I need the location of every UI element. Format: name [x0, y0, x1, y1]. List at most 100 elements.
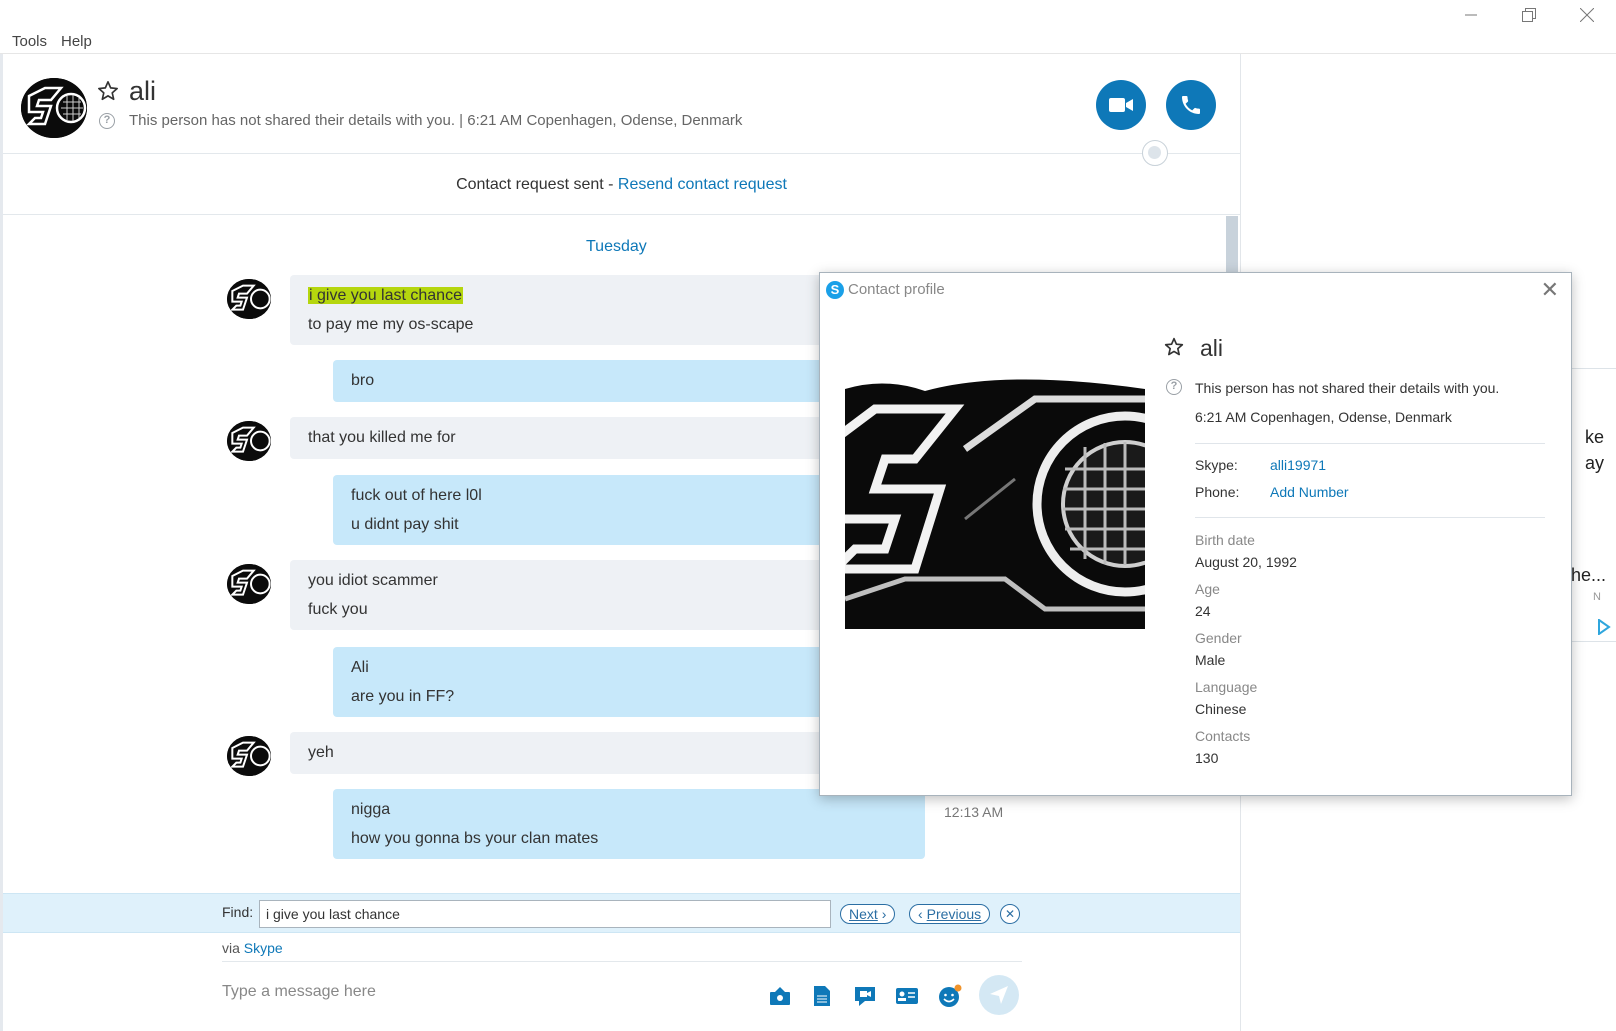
- message-text: i give you last chance: [308, 281, 832, 310]
- find-previous-label: Previous: [926, 906, 982, 922]
- contacts-label: Contacts: [1195, 728, 1251, 744]
- message-text: yeh: [308, 744, 334, 761]
- contacts-value: 130: [1195, 750, 1219, 766]
- message-bubble-outgoing[interactable]: nigga how you gonna bs your clan mates: [333, 789, 925, 859]
- message-bubble-incoming[interactable]: that you killed me for: [290, 417, 850, 459]
- message-text: to pay me my os-scape: [308, 316, 474, 333]
- avatar[interactable]: [227, 279, 271, 319]
- message-text: that you killed me for: [308, 429, 456, 446]
- video-camera-icon: [1109, 98, 1133, 112]
- message-text: fuck out of here l0l: [351, 487, 482, 504]
- ad-source: N: [1593, 591, 1601, 603]
- message-bubble-incoming[interactable]: yeh: [290, 732, 850, 774]
- favorite-star-icon[interactable]: [1164, 337, 1184, 361]
- message-text: how you gonna bs your clan mates: [351, 830, 599, 847]
- emoticon-icon[interactable]: [938, 984, 962, 1008]
- audio-call-button[interactable]: [1166, 80, 1216, 130]
- menu-help[interactable]: Help: [61, 33, 92, 50]
- age-value: 24: [1195, 603, 1211, 619]
- profile-name: ali: [1200, 335, 1224, 361]
- contact-card-icon[interactable]: [895, 984, 919, 1008]
- menu-tools[interactable]: Tools: [12, 33, 47, 50]
- chevron-right-icon: ›: [881, 906, 887, 922]
- message-text: bro: [351, 372, 375, 389]
- age-label: Age: [1195, 581, 1220, 597]
- contact-name[interactable]: ali: [129, 76, 156, 107]
- language-label: Language: [1195, 679, 1258, 695]
- phone-icon: [1182, 96, 1200, 114]
- contact-profile-dialog: S Contact profile ✕ ali ? This person ha…: [819, 272, 1572, 796]
- profile-divider: [1195, 517, 1545, 518]
- message-text: you idiot scammer: [308, 572, 438, 589]
- message-text: fuck you: [308, 601, 368, 618]
- message-text: Ali: [351, 659, 369, 676]
- message-bubble-outgoing[interactable]: bro: [333, 360, 853, 402]
- resend-request-link[interactable]: Resend contact request: [618, 176, 787, 193]
- gender-value: Male: [1195, 652, 1226, 668]
- birth-date-value: August 20, 1992: [1195, 554, 1297, 570]
- video-call-button[interactable]: [1096, 80, 1146, 130]
- message-bubble-incoming[interactable]: i give you last chance to pay me my os-s…: [290, 275, 850, 345]
- chevron-left-icon: ‹: [918, 906, 923, 922]
- minimize-icon[interactable]: [1442, 0, 1500, 30]
- search-highlight: i give you last chance: [308, 287, 463, 304]
- profile-location: 6:21 AM Copenhagen, Odense, Denmark: [1195, 409, 1452, 425]
- window-controls: [1442, 0, 1616, 30]
- message-text: u didnt pay shit: [351, 516, 459, 533]
- contact-status: This person has not shared their details…: [129, 112, 743, 129]
- find-label: Find:: [222, 904, 254, 920]
- find-next-label: Next: [849, 906, 878, 922]
- send-icon: [990, 986, 1008, 1004]
- message-bubble-outgoing[interactable]: Ali are you in FF?: [333, 647, 853, 717]
- dialog-title: Contact profile: [848, 281, 945, 298]
- favorite-star-icon[interactable]: [97, 80, 119, 106]
- send-button[interactable]: [979, 975, 1019, 1015]
- conversation-header: ali ? This person has not shared their d…: [3, 54, 1240, 154]
- close-dialog-icon[interactable]: ✕: [1541, 277, 1559, 303]
- skype-logo-icon: S: [826, 281, 844, 299]
- find-bar: Find: Next › ‹ Previous ✕: [3, 893, 1240, 933]
- profile-details-note: This person has not shared their details…: [1195, 380, 1500, 396]
- language-value: Chinese: [1195, 701, 1247, 717]
- ad-text: he...: [1571, 565, 1607, 585]
- via-label: via Skype: [222, 940, 283, 956]
- via-text: via: [222, 940, 240, 956]
- phone-label: Phone:: [1195, 484, 1240, 500]
- profile-divider: [1195, 443, 1545, 444]
- birth-date-label: Birth date: [1195, 532, 1255, 548]
- via-skype-link[interactable]: Skype: [244, 940, 283, 956]
- message-text: are you in FF?: [351, 688, 455, 705]
- message-text: nigga: [351, 801, 391, 818]
- menu-help-label: Help: [61, 33, 92, 50]
- ad-choices-icon[interactable]: [1597, 618, 1611, 639]
- message-bubble-outgoing[interactable]: fuck out of here l0l u didnt pay shit: [333, 475, 853, 545]
- document-icon[interactable]: [810, 984, 834, 1008]
- ad-text: ke: [1585, 427, 1605, 447]
- skype-label: Skype:: [1195, 457, 1238, 473]
- profile-picture: [845, 369, 1145, 629]
- message-input[interactable]: Type a message here: [222, 983, 376, 1001]
- contact-request-bar: Contact request sent - Resend contact re…: [3, 155, 1240, 215]
- send-file-icon[interactable]: [768, 984, 792, 1008]
- find-input[interactable]: [259, 900, 831, 928]
- message-bubble-incoming[interactable]: you idiot scammer fuck you: [290, 560, 850, 630]
- close-window-icon[interactable]: [1558, 0, 1616, 30]
- message-timestamp: 12:13 AM: [944, 804, 1004, 820]
- find-next-button[interactable]: Next ›: [840, 904, 896, 924]
- menu-bar: Tools Help: [0, 30, 1616, 54]
- compose-divider: [222, 961, 1022, 962]
- close-find-icon[interactable]: ✕: [1000, 904, 1020, 924]
- avatar[interactable]: [227, 736, 271, 776]
- video-message-icon[interactable]: [853, 984, 877, 1008]
- avatar[interactable]: [227, 564, 271, 604]
- menu-tools-label: Tools: [12, 33, 48, 50]
- add-number-link[interactable]: Add Number: [1270, 484, 1349, 500]
- help-circle-icon[interactable]: ?: [1166, 379, 1182, 395]
- help-circle-icon[interactable]: ?: [99, 113, 115, 129]
- restore-icon[interactable]: [1500, 0, 1558, 30]
- find-previous-button[interactable]: ‹ Previous: [909, 904, 991, 924]
- skype-id-link[interactable]: alli19971: [1270, 457, 1326, 473]
- advertisement-panel[interactable]: ke ay he... N: [1570, 368, 1616, 642]
- avatar[interactable]: [21, 78, 87, 138]
- avatar[interactable]: [227, 421, 271, 461]
